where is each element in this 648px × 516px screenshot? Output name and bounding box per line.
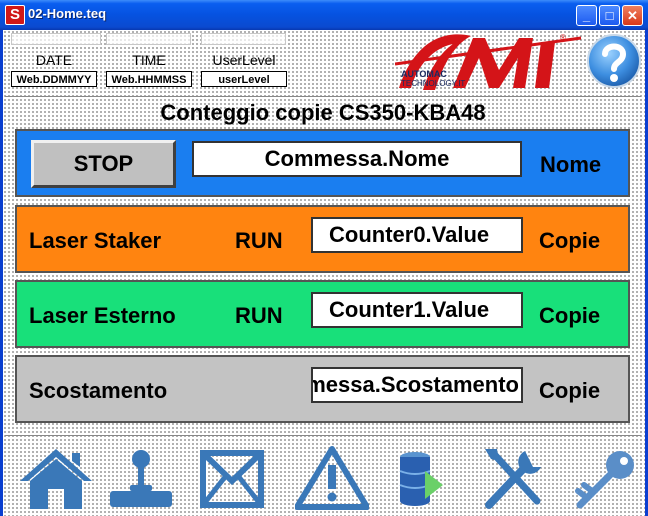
tools-icon[interactable] bbox=[479, 445, 549, 511]
joystick-icon[interactable] bbox=[108, 445, 174, 511]
time-field: Web.HHMMSS bbox=[106, 71, 192, 87]
key-icon[interactable] bbox=[568, 445, 640, 511]
minimize-button[interactable]: _ bbox=[576, 5, 597, 26]
user-level-label: UserLevel bbox=[212, 52, 276, 68]
svg-text:TECHNOLOGY.IT: TECHNOLOGY.IT bbox=[401, 79, 465, 88]
scostamento-panel: Scostamento Commessa.Scostamento Copie bbox=[15, 355, 630, 423]
commessa-name-field: Commessa.Nome bbox=[192, 141, 522, 177]
laser-staker-status: RUN bbox=[235, 228, 283, 253]
scostamento-field: Commessa.Scostamento bbox=[311, 367, 523, 403]
copie-label: Copie bbox=[539, 228, 601, 253]
window-title: 02-Home.teq bbox=[28, 6, 107, 21]
database-icon[interactable] bbox=[395, 445, 447, 511]
page-title: Conteggio copie CS350-KBA48 bbox=[160, 100, 486, 125]
close-button[interactable]: ✕ bbox=[622, 5, 643, 26]
scostamento-label: Scostamento bbox=[29, 378, 168, 403]
counter0-field: Counter0.Value bbox=[311, 217, 523, 253]
mail-icon[interactable] bbox=[199, 445, 265, 511]
warning-icon[interactable] bbox=[295, 445, 369, 511]
user-level-field: userLevel bbox=[201, 71, 287, 87]
app-icon[interactable]: S bbox=[5, 5, 25, 25]
stop-button[interactable]: STOP bbox=[31, 140, 176, 188]
maximize-button[interactable]: □ bbox=[599, 5, 620, 26]
svg-text:AUTOMAC: AUTOMAC bbox=[401, 69, 447, 79]
ami-automac-logo: AUTOMAC TECHNOLOGY.IT ® bbox=[395, 33, 582, 90]
date-label: DATE bbox=[35, 52, 73, 68]
nome-label: Nome bbox=[540, 152, 602, 177]
laser-esterno-label: Laser Esterno bbox=[29, 303, 176, 328]
date-field: Web.DDMMYY bbox=[11, 71, 97, 87]
footer-separator bbox=[5, 435, 641, 436]
scostamento-value: Commessa.Scostamento bbox=[313, 372, 519, 397]
header-separator bbox=[5, 96, 641, 97]
time-label: TIME bbox=[132, 52, 166, 68]
help-icon[interactable] bbox=[585, 32, 643, 90]
svg-text:®: ® bbox=[560, 33, 566, 42]
hmi-screen: DATE Web.DDMMYY TIME Web.HHMMSS UserLeve… bbox=[3, 30, 645, 516]
laser-esterno-panel: Laser Esterno RUN Counter1.Value Copie bbox=[15, 280, 630, 348]
application-window: S 02-Home.teq _ □ ✕ DATE Web.DDMMYY TIME… bbox=[0, 0, 648, 516]
placeholder-box bbox=[106, 33, 191, 45]
home-icon[interactable] bbox=[18, 445, 94, 511]
counter1-field: Counter1.Value bbox=[311, 292, 523, 328]
laser-esterno-status: RUN bbox=[235, 303, 283, 328]
laser-staker-label: Laser Staker bbox=[29, 228, 162, 253]
commessa-panel: STOP Commessa.Nome Nome bbox=[15, 129, 630, 197]
placeholder-box bbox=[201, 33, 286, 45]
copie-label: Copie bbox=[539, 303, 601, 328]
placeholder-box bbox=[11, 33, 101, 45]
laser-staker-panel: Laser Staker RUN Counter0.Value Copie bbox=[15, 205, 630, 273]
title-bar[interactable]: S 02-Home.teq _ □ ✕ bbox=[0, 0, 648, 30]
copie-label: Copie bbox=[539, 378, 601, 403]
